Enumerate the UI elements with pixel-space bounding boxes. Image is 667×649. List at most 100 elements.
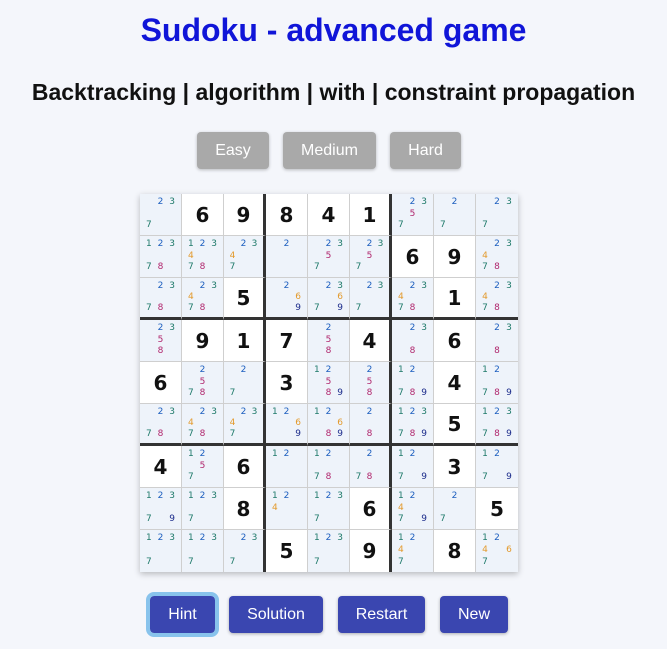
sudoku-cell[interactable]: 23 7 (350, 278, 392, 320)
sudoku-cell[interactable]: 23 8 (392, 320, 434, 362)
sudoku-cell[interactable]: 23 47 (224, 404, 266, 446)
solution-button[interactable]: Solution (229, 596, 323, 633)
sudoku-cell[interactable]: 124 (266, 488, 308, 530)
candidate-note (143, 407, 155, 418)
sudoku-cell[interactable]: 9 (434, 236, 476, 278)
sudoku-cell[interactable]: 27 (434, 488, 476, 530)
sudoku-cell[interactable]: 27 (224, 362, 266, 404)
sudoku-cell[interactable]: 123 789 (476, 404, 518, 446)
sudoku-cell[interactable]: 12 789 (392, 362, 434, 404)
sudoku-cell[interactable]: 4 (140, 446, 182, 488)
sudoku-cell[interactable]: 1 (224, 320, 266, 362)
sudoku-cell[interactable]: 2357 (350, 236, 392, 278)
sudoku-cell[interactable]: 5 (224, 278, 266, 320)
sudoku-cell[interactable]: 12 (266, 446, 308, 488)
sudoku-cell[interactable]: 6 (182, 194, 224, 236)
sudoku-cell[interactable]: 1 (350, 194, 392, 236)
candidate-note (238, 557, 249, 569)
sudoku-cell[interactable]: 6 (140, 362, 182, 404)
sudoku-cell[interactable]: 27 (434, 194, 476, 236)
sudoku-cell[interactable]: 12 789 (476, 362, 518, 404)
sudoku-cell[interactable]: 1269 (266, 404, 308, 446)
hard-button[interactable]: Hard (390, 132, 461, 169)
sudoku-cell[interactable]: 2 (266, 236, 308, 278)
candidate-note: 9 (421, 388, 428, 399)
hint-button[interactable]: Hint (146, 592, 219, 637)
sudoku-cell[interactable]: 28 (350, 404, 392, 446)
sudoku-cell[interactable]: 258 (308, 320, 350, 362)
candidate-note: 3 (506, 239, 512, 249)
sudoku-cell[interactable]: 23 78 (140, 278, 182, 320)
sudoku-cell[interactable]: 123 7 (308, 488, 350, 530)
sudoku-cell[interactable]: 23 7 (476, 194, 518, 236)
restart-button[interactable]: Restart (338, 596, 425, 633)
sudoku-cell[interactable]: 23 478 (182, 278, 224, 320)
sudoku-cell[interactable]: 5 (434, 404, 476, 446)
sudoku-cell[interactable]: 269 (266, 278, 308, 320)
sudoku-cell[interactable]: 23 7 (140, 194, 182, 236)
sudoku-cell[interactable]: 4 (308, 194, 350, 236)
sudoku-cell[interactable]: 7 (266, 320, 308, 362)
sudoku-cell[interactable]: 4 (350, 320, 392, 362)
candidate-note (353, 418, 364, 429)
sudoku-cell[interactable]: 23 478 (182, 404, 224, 446)
sudoku-cell[interactable]: 123 78 (140, 236, 182, 278)
sudoku-cell[interactable]: 258 (350, 362, 392, 404)
candidate-note: 2 (325, 533, 332, 543)
sudoku-cell[interactable]: 123 7 (182, 488, 224, 530)
sudoku-cell[interactable]: 124 7 (392, 530, 434, 572)
new-button[interactable]: New (440, 596, 508, 633)
sudoku-cell[interactable]: 2357 (308, 236, 350, 278)
candidate-note: 3 (169, 239, 176, 249)
sudoku-cell[interactable]: 6 (392, 236, 434, 278)
sudoku-cell[interactable]: 9 (182, 320, 224, 362)
sudoku-cell[interactable]: 6 (224, 446, 266, 488)
sudoku-cell[interactable]: 12689 (308, 404, 350, 446)
sudoku-cell[interactable]: 23 478 (392, 278, 434, 320)
sudoku-cell[interactable]: 1 (434, 278, 476, 320)
sudoku-cell[interactable]: 23 478 (476, 278, 518, 320)
sudoku-cell[interactable]: 123 7 (182, 530, 224, 572)
sudoku-cell[interactable]: 8 (266, 194, 308, 236)
sudoku-cell[interactable]: 8 (434, 530, 476, 572)
sudoku-cell[interactable]: 123 7 9 (140, 488, 182, 530)
sudoku-cell[interactable]: 123 789 (392, 404, 434, 446)
sudoku-cell[interactable]: 6 (434, 320, 476, 362)
sudoku-cell[interactable]: 23 8 (476, 320, 518, 362)
sudoku-cell[interactable]: 8 (224, 488, 266, 530)
sudoku-cell[interactable]: 23 78 (140, 404, 182, 446)
sudoku-cell[interactable]: 12 7 9 (476, 446, 518, 488)
easy-button[interactable]: Easy (197, 132, 269, 169)
sudoku-cell[interactable]: 12589 (308, 362, 350, 404)
sudoku-cell[interactable]: 2357 (392, 194, 434, 236)
sudoku-cell[interactable]: 4 (434, 362, 476, 404)
sudoku-cell[interactable]: 123 7 (140, 530, 182, 572)
medium-button[interactable]: Medium (283, 132, 376, 169)
sudoku-cell[interactable]: 23 47 (224, 236, 266, 278)
sudoku-cell[interactable]: 1247 9 (392, 488, 434, 530)
sudoku-cell[interactable]: 2358 (140, 320, 182, 362)
sudoku-cell[interactable]: 123 478 (182, 236, 224, 278)
candidate-note: 3 (211, 407, 218, 417)
sudoku-cell[interactable]: 123 7 (308, 530, 350, 572)
cell-value: 8 (236, 496, 251, 521)
sudoku-cell[interactable]: 3 (434, 446, 476, 488)
cell-candidates: 27 (437, 491, 472, 526)
sudoku-cell[interactable]: 3 (266, 362, 308, 404)
sudoku-cell[interactable]: 23 7 (224, 530, 266, 572)
sudoku-cell[interactable]: 5 (266, 530, 308, 572)
sudoku-cell[interactable]: 12 7 9 (392, 446, 434, 488)
sudoku-cell[interactable]: 23 478 (476, 236, 518, 278)
sudoku-cell[interactable]: 5 (476, 488, 518, 530)
sudoku-cell[interactable]: 12 78 (308, 446, 350, 488)
cell-value: 9 (195, 328, 210, 353)
sudoku-cell[interactable]: 6 (350, 488, 392, 530)
sudoku-cell[interactable]: 236 7 9 (308, 278, 350, 320)
sudoku-cell[interactable]: 9 (350, 530, 392, 572)
sudoku-cell[interactable]: 1257 (182, 446, 224, 488)
sudoku-cell[interactable]: 9 (224, 194, 266, 236)
sudoku-cell[interactable]: 2578 (182, 362, 224, 404)
sudoku-cell[interactable]: 2 78 (350, 446, 392, 488)
sudoku-cell[interactable]: 124 6 7 (476, 530, 518, 572)
candidate-note: 3 (169, 533, 176, 543)
